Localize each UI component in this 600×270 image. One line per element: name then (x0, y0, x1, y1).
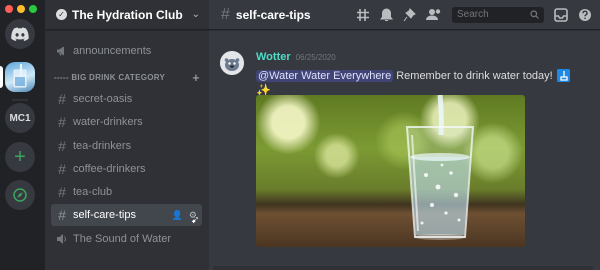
server-hydration-club[interactable] (5, 62, 35, 92)
speaker-icon (57, 233, 66, 244)
search-placeholder: Search (457, 9, 489, 20)
channel-label: tea-club (73, 186, 113, 199)
water-emoji-icon (556, 69, 570, 82)
server-mc1[interactable]: MC1 (5, 103, 35, 133)
channel-label: The Sound of Water (73, 232, 172, 245)
rail-separator (12, 99, 28, 101)
hash-icon: # (58, 137, 66, 154)
home-button[interactable] (5, 19, 35, 49)
explore-servers-button[interactable] (5, 180, 35, 210)
water-server-icon (13, 64, 27, 88)
add-server-button[interactable]: + (5, 142, 35, 172)
channel-tea-club[interactable]: # tea-club (51, 181, 202, 203)
guild-name: The Hydration Club (72, 7, 183, 22)
channel-label: water-drinkers (73, 116, 143, 129)
channel-self-care-tips[interactable]: # self-care-tips 👤 ⚙ (51, 204, 202, 227)
verified-check-icon: ✓ (56, 9, 67, 20)
discord-home-icon (11, 27, 29, 41)
channel-label: secret-oasis (73, 93, 133, 105)
message-body: Wotter 06/25/2020 @Water Water Everywher… (256, 51, 576, 97)
window-controls (5, 5, 37, 13)
chat-area: # self-care-tips Search Wotter 06/25/202… (209, 0, 600, 270)
hash-icon: # (58, 207, 66, 224)
hash-icon: # (58, 91, 66, 107)
channel-sidebar: ✓ The Hydration Club ⌄ announcements ---… (45, 0, 209, 270)
threads-icon[interactable] (356, 8, 370, 22)
channel-list: announcements ----- BIG DRINK CATEGORY +… (45, 30, 209, 250)
message-content: @Water Water Everywhere Remember to drin… (256, 69, 576, 82)
bell-icon[interactable] (380, 7, 393, 22)
pin-icon[interactable] (403, 7, 416, 22)
add-server-icon: + (14, 145, 26, 168)
members-icon[interactable] (426, 8, 442, 21)
megaphone-icon (57, 46, 64, 56)
hash-icon: # (58, 184, 66, 201)
channel-coffee-drinkers[interactable]: # coffee-drinkers (51, 158, 202, 180)
active-server-pill (0, 66, 3, 88)
hash-icon: # (221, 5, 230, 23)
glass-of-water-illustration (405, 95, 475, 240)
hash-icon: # (58, 114, 66, 131)
voice-channel-sound-of-water[interactable]: The Sound of Water (51, 228, 202, 250)
water-glass-image[interactable] (256, 95, 525, 247)
mouse-cursor-icon: ➹ (191, 215, 200, 226)
channel-label: tea-drinkers (73, 139, 132, 152)
inbox-icon[interactable] (554, 7, 568, 22)
close-window-button[interactable] (5, 5, 13, 13)
message-text: Remember to drink water today! (396, 69, 553, 82)
channel-title: self-care-tips (235, 7, 311, 22)
category-big-drink[interactable]: ----- BIG DRINK CATEGORY + (51, 66, 202, 88)
channel-announcements[interactable]: announcements (51, 40, 202, 62)
guild-header[interactable]: ✓ The Hydration Club ⌄ (45, 0, 209, 30)
channel-label: coffee-drinkers (73, 162, 146, 175)
minimize-window-button[interactable] (17, 5, 25, 13)
compass-icon (13, 188, 27, 202)
channel-header: # self-care-tips Search (209, 0, 600, 30)
add-channel-icon[interactable]: + (192, 70, 200, 85)
hash-icon: # (58, 160, 66, 177)
server-mc1-label: MC1 (9, 112, 31, 124)
message-author[interactable]: Wotter (256, 51, 291, 63)
channel-tea-drinkers[interactable]: # tea-drinkers (51, 135, 202, 157)
search-icon (530, 10, 539, 19)
add-member-icon[interactable]: 👤 (172, 210, 183, 221)
channel-label: announcements (73, 45, 152, 57)
message-input-edge (213, 266, 593, 270)
chevron-down-icon: ⌄ (191, 9, 200, 20)
help-icon[interactable] (578, 8, 592, 22)
message-timestamp: 06/25/2020 (295, 53, 336, 62)
channel-secret-oasis[interactable]: # secret-oasis (51, 88, 202, 110)
channel-water-drinkers[interactable]: # water-drinkers (51, 111, 202, 133)
zoom-window-button[interactable] (29, 5, 37, 13)
server-rail: MC1 + (0, 0, 45, 270)
channel-label: self-care-tips (73, 209, 136, 222)
category-label: ----- BIG DRINK CATEGORY (54, 72, 166, 82)
otter-avatar-icon (220, 51, 244, 75)
search-input[interactable]: Search (452, 6, 544, 23)
avatar[interactable] (220, 51, 244, 75)
user-mention[interactable]: @Water Water Everywhere (256, 69, 394, 82)
